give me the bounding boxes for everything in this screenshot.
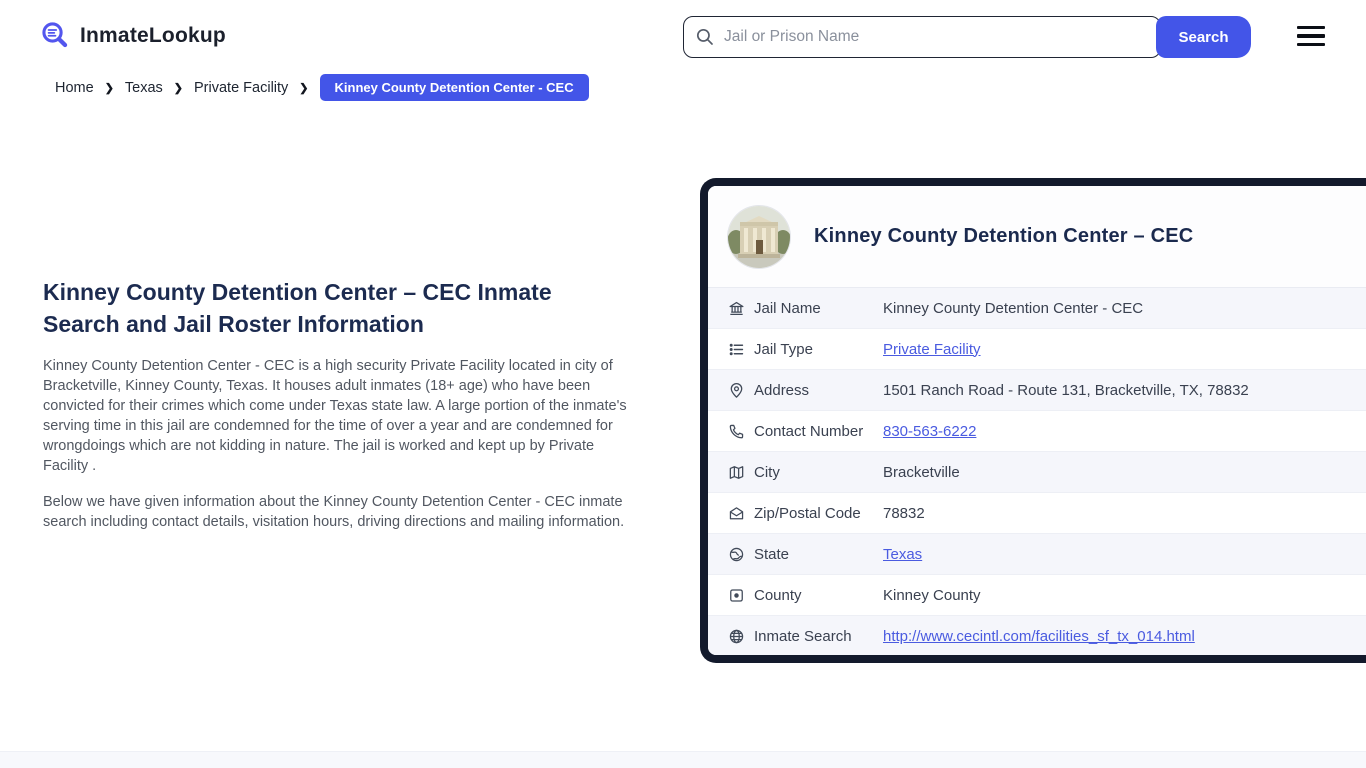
row-value: Bracketville <box>883 463 960 481</box>
county-map-icon <box>727 586 745 604</box>
menu-icon[interactable] <box>1297 26 1325 51</box>
article-paragraph-2: Below we have given information about th… <box>43 494 625 530</box>
table-row-address: Address 1501 Ranch Road - Route 131, Bra… <box>708 370 1366 411</box>
list-icon <box>727 340 745 358</box>
table-row-county: County Kinney County <box>708 575 1366 616</box>
row-label: Zip/Postal Code <box>754 504 861 522</box>
table-row-jail-name: Jail Name Kinney County Detention Center… <box>708 288 1366 329</box>
row-label: Inmate Search <box>754 627 852 645</box>
table-row-zip-code: Zip/Postal Code 78832 <box>708 493 1366 534</box>
map-icon <box>727 463 745 481</box>
map-pin-icon <box>727 381 745 399</box>
mail-open-icon <box>727 504 745 522</box>
phone-icon <box>727 422 745 440</box>
chevron-right-icon: ❯ <box>299 82 309 95</box>
globe-icon <box>727 545 745 563</box>
facility-detail-table: Jail Name Kinney County Detention Center… <box>708 287 1366 655</box>
inmate-search-link[interactable]: http://www.cecintl.com/facilities_sf_tx_… <box>883 628 1195 645</box>
row-label: Jail Name <box>754 299 821 317</box>
site-search: Search <box>683 16 1251 58</box>
chevron-right-icon: ❯ <box>173 82 184 95</box>
row-value: Kinney County <box>883 586 981 604</box>
jail-type-link[interactable]: Private Facility <box>883 341 981 358</box>
article-paragraph-1: Kinney County Detention Center - CEC is … <box>43 358 627 474</box>
row-value: 78832 <box>883 504 925 522</box>
magnifier-logo-icon <box>40 20 71 51</box>
row-label: Address <box>754 381 810 399</box>
table-row-jail-type: Jail Type Private Facility <box>708 329 1366 370</box>
row-label: County <box>754 586 802 604</box>
facility-card: Kinney County Detention Center – CEC Jai… <box>700 178 1366 663</box>
breadcrumb-current-pill[interactable]: Kinney County Detention Center - CEC <box>319 74 589 101</box>
search-icon <box>695 27 715 47</box>
table-row-state: State Texas <box>708 534 1366 575</box>
row-label: State <box>754 545 790 563</box>
search-input[interactable] <box>683 16 1161 58</box>
row-value: Kinney County Detention Center - CEC <box>883 299 1144 317</box>
row-value: 1501 Ranch Road - Route 131, Bracketvill… <box>883 381 1249 399</box>
row-label: City <box>754 463 780 481</box>
breadcrumb-texas[interactable]: Texas <box>125 80 163 96</box>
globe-grid-icon <box>727 627 745 645</box>
search-button[interactable]: Search <box>1156 16 1251 58</box>
chevron-right-icon: ❯ <box>104 82 114 95</box>
row-label: Contact Number <box>754 422 864 440</box>
logo-text: InmateLookup <box>80 23 226 47</box>
table-row-inmate-search: Inmate Search http://www.cecintl.com/fac… <box>708 616 1366 655</box>
table-row-city: City Bracketville <box>708 452 1366 493</box>
table-row-contact-number: Contact Number 830-563-6222 <box>708 411 1366 452</box>
facility-card-header: Kinney County Detention Center – CEC <box>708 186 1366 287</box>
bank-icon <box>727 299 745 317</box>
app-logo[interactable]: InmateLookup <box>40 20 226 51</box>
facility-card-title: Kinney County Detention Center – CEC <box>814 225 1194 247</box>
row-label: Jail Type <box>754 340 813 358</box>
breadcrumb-home[interactable]: Home <box>55 80 94 96</box>
breadcrumb: Home ❯ Texas ❯ Private Facility ❯ Kinney… <box>55 74 589 101</box>
state-link[interactable]: Texas <box>883 546 922 563</box>
breadcrumb-private-facility[interactable]: Private Facility <box>194 80 288 96</box>
page-title: Kinney County Detention Center – CEC Inm… <box>43 279 552 337</box>
contact-number-link[interactable]: 830-563-6222 <box>883 423 976 440</box>
footer-strip <box>0 751 1366 768</box>
facility-photo <box>728 205 790 268</box>
